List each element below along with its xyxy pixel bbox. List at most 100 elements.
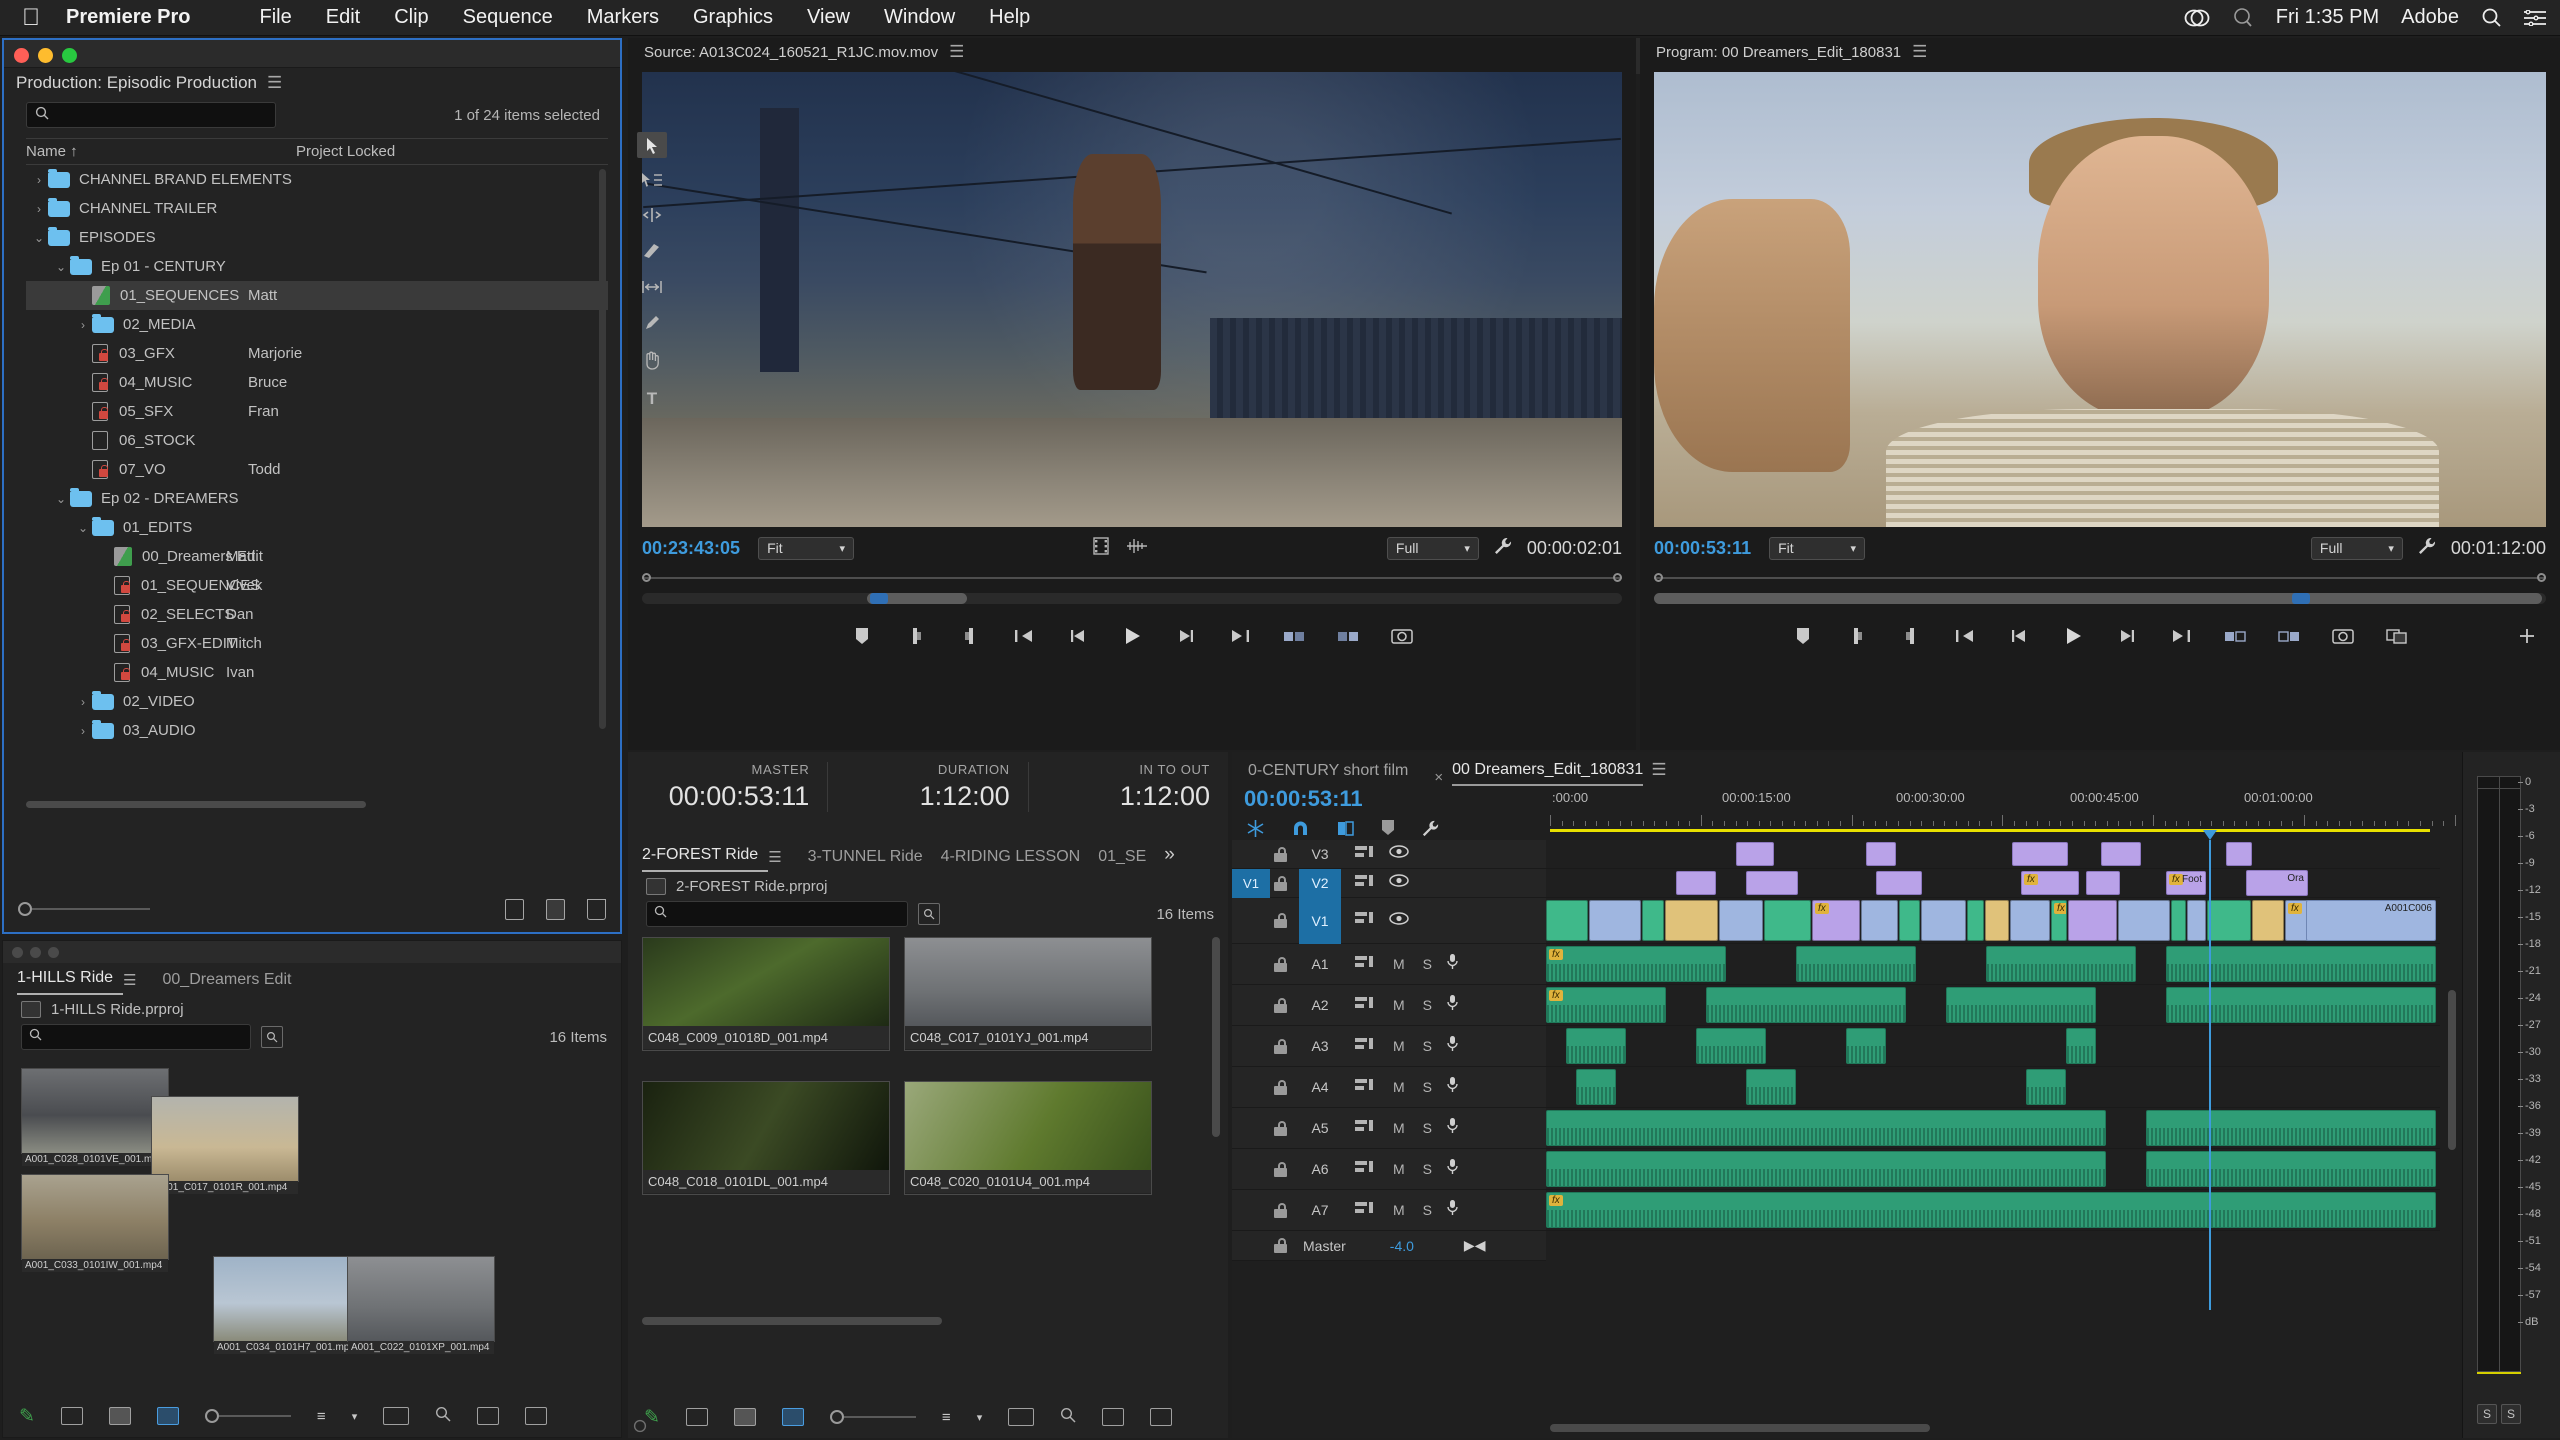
mute-button-a5[interactable]: M	[1393, 1120, 1405, 1136]
production-search-input[interactable]	[55, 107, 267, 123]
track-lock-icon[interactable]	[1274, 846, 1287, 862]
duration-value[interactable]: 1:12:00	[828, 781, 1010, 812]
voice-over-record-icon[interactable]	[1446, 1117, 1459, 1139]
sync-lock-icon[interactable]	[1355, 874, 1375, 893]
disclosure-triangle-icon[interactable]: ⌄	[52, 260, 70, 274]
track-lane-a1[interactable]: fx	[1546, 944, 2440, 985]
source-scrubber[interactable]	[642, 570, 1622, 586]
insert-icon[interactable]	[1281, 623, 1307, 649]
hills-zoom-button[interactable]	[48, 947, 59, 958]
tree-row[interactable]: › 02_MEDIA	[26, 310, 608, 339]
track-lock-icon[interactable]	[1274, 956, 1287, 972]
audio-clip[interactable]: fx	[1546, 946, 1726, 982]
menu-edit[interactable]: Edit	[309, 6, 377, 29]
track-lock-icon[interactable]	[1274, 1079, 1287, 1095]
audio-clip[interactable]	[1546, 1151, 2106, 1187]
production-horizontal-scrollbar[interactable]	[26, 801, 366, 808]
timeline-clip[interactable]	[2012, 842, 2068, 866]
find-icon[interactable]	[435, 1406, 451, 1427]
track-header-master[interactable]: Master -4.0 ▶◀	[1232, 1231, 1546, 1261]
delete-icon[interactable]	[587, 898, 606, 920]
control-center-icon[interactable]	[2524, 9, 2546, 26]
voice-over-record-icon[interactable]	[1446, 1158, 1459, 1180]
tree-row[interactable]: ⌄ Ep 01 - CENTURY	[26, 252, 608, 281]
solo-button-a3[interactable]: S	[1423, 1038, 1432, 1054]
track-lock-icon[interactable]	[1274, 997, 1287, 1013]
search-icon[interactable]	[2481, 7, 2502, 28]
timeline-clip[interactable]	[2086, 871, 2120, 895]
sort-icon[interactable]: ≡	[942, 1409, 951, 1426]
disclosure-triangle-icon[interactable]: ⌄	[30, 231, 48, 245]
menu-sequence[interactable]: Sequence	[446, 6, 570, 29]
media-bin-overflow-icon[interactable]: »	[1164, 844, 1175, 872]
timeline-clip[interactable]	[2207, 900, 2251, 941]
track-lane-v3[interactable]	[1546, 840, 2440, 869]
timeline-clip[interactable]	[1876, 871, 1922, 895]
menu-clip[interactable]: Clip	[377, 6, 445, 29]
track-header-a3[interactable]: A3 M S	[1232, 1026, 1546, 1067]
timeline-clip[interactable]	[2118, 900, 2170, 941]
media-bin-search-input[interactable]	[673, 906, 900, 922]
tab-2-forest-ride[interactable]: 2-FOREST Ride	[642, 846, 769, 872]
disclosure-triangle-icon[interactable]: ⌄	[74, 521, 92, 535]
timeline-clip[interactable]: fx	[2051, 900, 2067, 941]
audio-clip[interactable]	[1746, 1069, 1796, 1105]
program-scrubber[interactable]	[1654, 570, 2546, 586]
pen-tool-icon[interactable]	[643, 314, 661, 337]
tree-row[interactable]: 03_GFX-EDIT Mitch	[26, 629, 608, 658]
disclosure-triangle-icon[interactable]: ›	[74, 724, 92, 738]
settings-wrench-icon[interactable]	[1493, 536, 1513, 561]
bin-thumbnail[interactable]: A001_C033_0101IW_001.mp4	[21, 1174, 169, 1272]
audio-clip[interactable]	[2146, 1151, 2436, 1187]
mute-button-a6[interactable]: M	[1393, 1161, 1405, 1177]
track-lock-icon[interactable]	[1274, 1238, 1287, 1253]
audio-clip[interactable]	[1696, 1028, 1766, 1064]
tree-row[interactable]: 07_VO Todd	[26, 455, 608, 484]
track-lock-icon[interactable]	[1274, 875, 1287, 891]
step-back-icon[interactable]	[2006, 623, 2032, 649]
step-back-icon[interactable]	[1065, 623, 1091, 649]
track-target-a1[interactable]: A1	[1299, 944, 1341, 985]
track-header-v2[interactable]: V1 V2	[1232, 868, 1546, 898]
zoom-window-button[interactable]	[62, 48, 77, 63]
production-search-box[interactable]	[26, 102, 276, 128]
track-target-v3[interactable]: V3	[1299, 840, 1341, 869]
audio-clip[interactable]	[2166, 987, 2436, 1023]
media-bin-find-icon[interactable]	[918, 903, 940, 925]
freeform-view-icon[interactable]	[156, 1407, 179, 1425]
hills-bin-search-input[interactable]	[48, 1029, 243, 1045]
tree-row[interactable]: 04_MUSIC Ivan	[26, 658, 608, 687]
source-quality-select[interactable]: Full ▾	[1386, 536, 1479, 560]
new-item-icon[interactable]	[505, 898, 524, 920]
hills-minimize-button[interactable]	[30, 947, 41, 958]
add-marker-icon[interactable]	[1790, 623, 1816, 649]
timeline-clip[interactable]	[1589, 900, 1641, 941]
tree-row[interactable]: 01_SEQUENCES Matt	[26, 281, 608, 310]
tree-row[interactable]: 03_GFX Marjorie	[26, 339, 608, 368]
source-zoom-bar[interactable]	[642, 590, 1622, 606]
toggle-track-output-eye-icon[interactable]	[1389, 911, 1409, 930]
track-lock-icon[interactable]	[1274, 1161, 1287, 1177]
settings-wrench-icon[interactable]	[2417, 536, 2437, 561]
tree-row[interactable]: 02_SELECTS Dan	[26, 600, 608, 629]
program-scrubber-start-handle[interactable]	[1654, 573, 1663, 582]
tree-row[interactable]: › 02_VIDEO	[26, 687, 608, 716]
track-header-a6[interactable]: A6 M S	[1232, 1149, 1546, 1190]
export-frame-icon[interactable]	[2330, 623, 2356, 649]
audio-clip[interactable]: fx	[1546, 1192, 2436, 1228]
audio-clip[interactable]	[1796, 946, 1916, 982]
timeline-clip[interactable]	[2171, 900, 2186, 941]
bin-zoom-track[interactable]	[843, 1416, 916, 1418]
find-icon[interactable]	[1060, 1407, 1076, 1428]
track-target-v1[interactable]: V1	[1299, 897, 1341, 944]
close-icon[interactable]: ×	[1434, 769, 1443, 786]
mute-button-a3[interactable]: M	[1393, 1038, 1405, 1054]
track-header-v1[interactable]: V1	[1232, 897, 1546, 944]
solo-button-left[interactable]: S	[2477, 1404, 2497, 1424]
audio-meter-bars[interactable]	[2477, 776, 2521, 1372]
timeline-clip[interactable]	[1719, 900, 1763, 941]
bin-zoom-knob[interactable]	[204, 1409, 219, 1423]
list-view-icon[interactable]	[60, 1407, 83, 1425]
ripple-edit-tool-icon[interactable]	[641, 207, 663, 228]
apple-logo-icon[interactable]: 	[22, 5, 40, 30]
